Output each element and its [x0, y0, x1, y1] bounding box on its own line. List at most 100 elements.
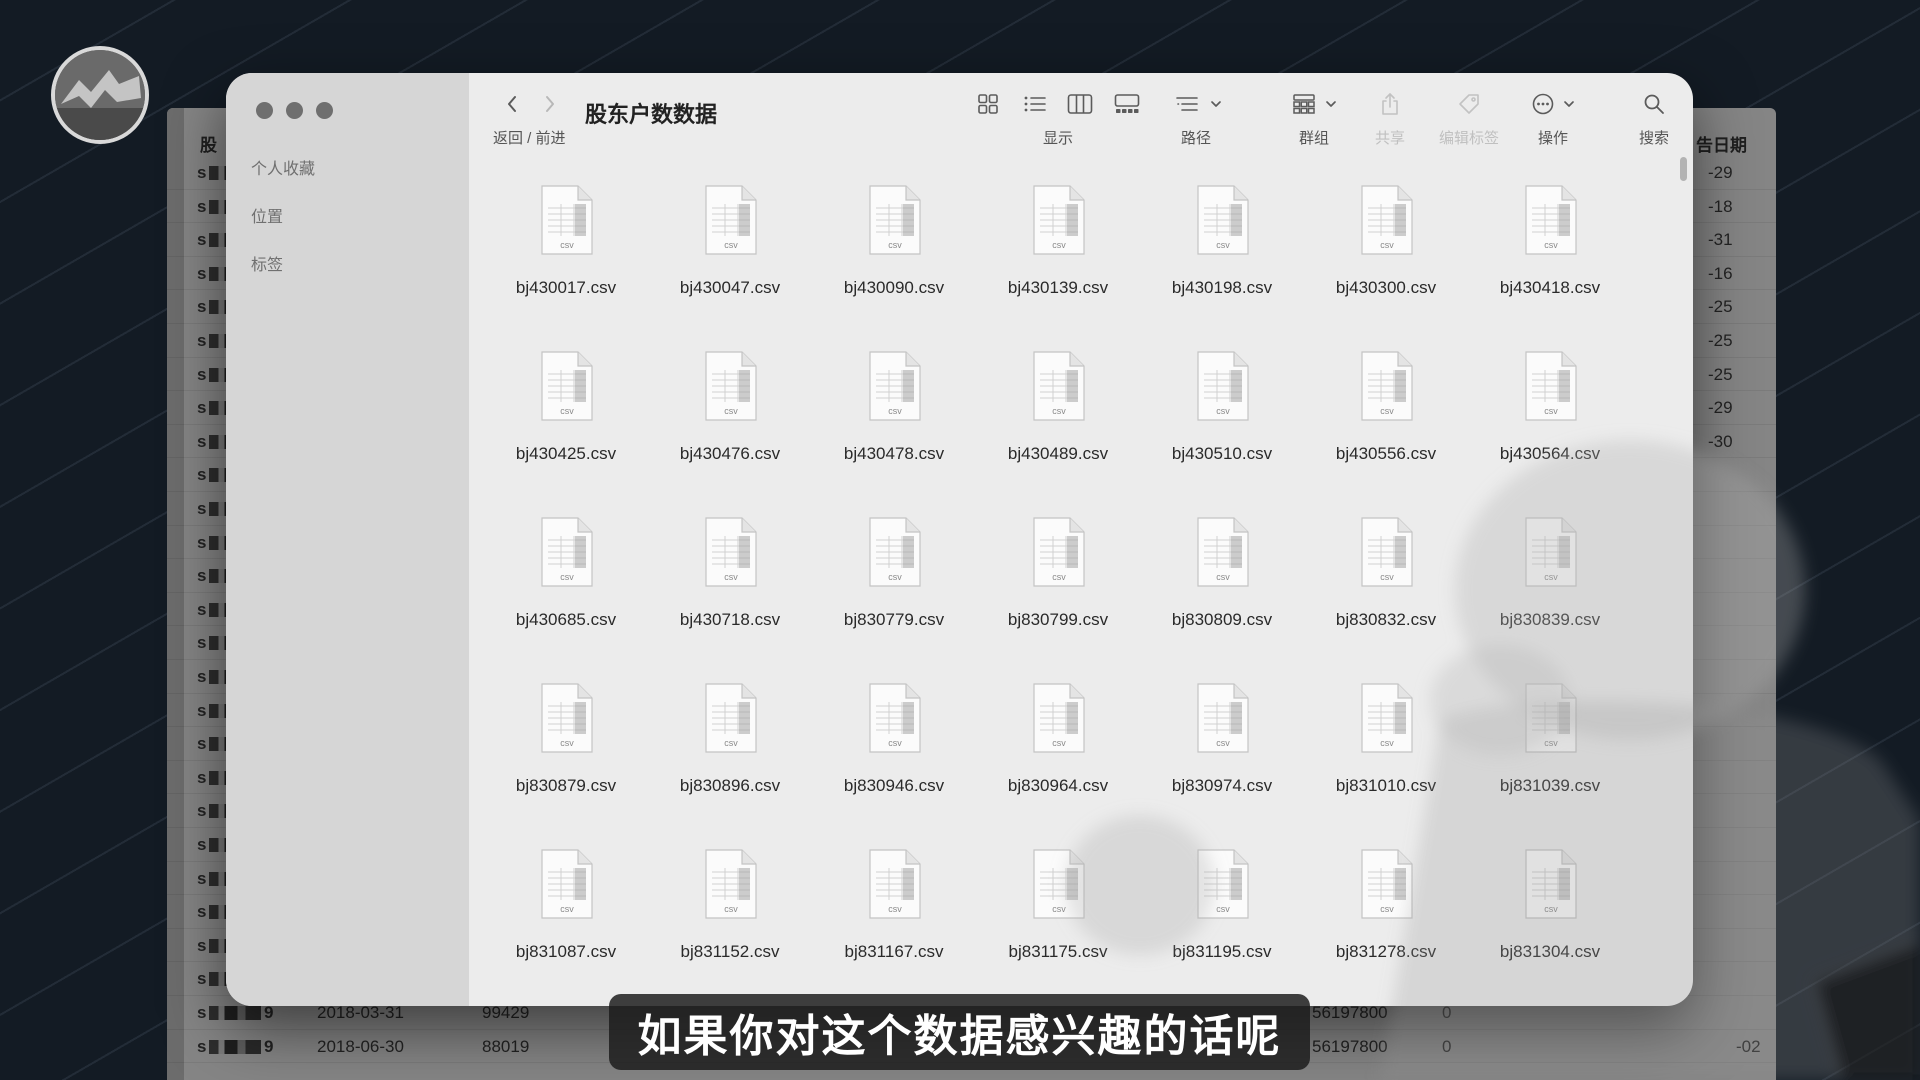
csv-file-icon: csv: [1184, 182, 1260, 258]
file-item[interactable]: csv bj430718.csv: [648, 507, 812, 673]
file-type-label: csv: [888, 240, 902, 250]
list-view-button[interactable]: [1023, 94, 1047, 114]
file-name: bj430139.csv: [1007, 278, 1109, 297]
column-header-stock: 股: [200, 136, 217, 155]
file-item[interactable]: csv bj830809.csv: [1140, 507, 1304, 673]
group-dropdown[interactable]: [1325, 99, 1337, 109]
edit-tags-label: 编辑标签: [1438, 130, 1500, 147]
file-item[interactable]: csv bj430556.csv: [1304, 341, 1468, 507]
file-item[interactable]: csv bj430476.csv: [648, 341, 812, 507]
csv-file-icon: csv: [1184, 680, 1260, 756]
file-name: bj430556.csv: [1335, 444, 1437, 463]
file-type-label: csv: [1380, 738, 1394, 748]
file-type-label: csv: [1216, 904, 1230, 914]
file-item[interactable]: csv bj830839.csv: [1468, 507, 1632, 673]
csv-file-icon: csv: [692, 514, 768, 590]
file-item[interactable]: csv bj430300.csv: [1304, 175, 1468, 341]
search-button[interactable]: [1643, 93, 1665, 115]
file-item[interactable]: csv bj830896.csv: [648, 673, 812, 839]
gallery-view-button[interactable]: [1114, 93, 1140, 115]
file-item[interactable]: csv bj430489.csv: [976, 341, 1140, 507]
file-item[interactable]: csv bj430685.csv: [484, 507, 648, 673]
file-item[interactable]: csv bj430090.csv: [812, 175, 976, 341]
file-name: bj831039.csv: [1499, 776, 1601, 795]
holders-count-cell: 88019: [482, 1036, 530, 1056]
file-item[interactable]: csv bj830832.csv: [1304, 507, 1468, 673]
minimize-button[interactable]: [286, 102, 303, 119]
path-button[interactable]: [1175, 94, 1199, 114]
csv-file-icon: csv: [692, 182, 768, 258]
redacted-mosaic: [209, 1006, 261, 1020]
file-item[interactable]: csv bj430418.csv: [1468, 175, 1632, 341]
file-item[interactable]: csv bj830946.csv: [812, 673, 976, 839]
file-type-label: csv: [1052, 904, 1066, 914]
file-type-label: csv: [1216, 738, 1230, 748]
action-dropdown[interactable]: [1563, 99, 1575, 109]
file-name: bj831152.csv: [680, 942, 780, 961]
csv-file-icon: csv: [1020, 182, 1096, 258]
stock-code-prefix: s: [197, 767, 207, 787]
file-item[interactable]: csv bj830779.csv: [812, 507, 976, 673]
back-button[interactable]: [505, 93, 519, 115]
csv-file-icon: csv: [1348, 680, 1424, 756]
file-type-label: csv: [1052, 406, 1066, 416]
csv-file-icon: csv: [856, 514, 932, 590]
file-name: bj830946.csv: [843, 776, 945, 795]
file-item[interactable]: csv bj430478.csv: [812, 341, 976, 507]
csv-file-icon: csv: [856, 846, 932, 922]
file-item[interactable]: csv bj831039.csv: [1468, 673, 1632, 839]
file-item[interactable]: csv bj430139.csv: [976, 175, 1140, 341]
file-type-label: csv: [888, 904, 902, 914]
file-item[interactable]: csv bj831278.csv: [1304, 839, 1468, 1005]
file-item[interactable]: csv bj830799.csv: [976, 507, 1140, 673]
file-name: bj430489.csv: [1007, 444, 1109, 463]
file-item[interactable]: csv bj430510.csv: [1140, 341, 1304, 507]
column-view-button[interactable]: [1067, 93, 1093, 115]
file-item[interactable]: csv bj430564.csv: [1468, 341, 1632, 507]
scrollbar-thumb[interactable]: [1680, 157, 1687, 181]
file-name: bj830964.csv: [1007, 776, 1109, 795]
file-type-label: csv: [560, 240, 574, 250]
sidebar-section-tags[interactable]: 标签: [251, 251, 283, 275]
file-item[interactable]: csv bj831087.csv: [484, 839, 648, 1005]
file-item[interactable]: csv bj831010.csv: [1304, 673, 1468, 839]
group-button[interactable]: [1292, 93, 1316, 115]
shares-cell: 56197800: [1312, 1036, 1388, 1056]
share-button[interactable]: [1380, 92, 1400, 116]
sidebar-section-favorites[interactable]: 个人收藏: [251, 155, 315, 179]
file-item[interactable]: csv bj830974.csv: [1140, 673, 1304, 839]
edit-tags-button[interactable]: [1457, 92, 1481, 116]
action-button[interactable]: [1531, 92, 1555, 116]
close-button[interactable]: [256, 102, 273, 119]
forward-button[interactable]: [543, 93, 557, 115]
file-item[interactable]: csv bj831152.csv: [648, 839, 812, 1005]
file-name: bj430685.csv: [515, 610, 617, 629]
file-type-label: csv: [1380, 406, 1394, 416]
file-item[interactable]: csv bj430017.csv: [484, 175, 648, 341]
zoom-button[interactable]: [316, 102, 333, 119]
file-item[interactable]: csv bj830964.csv: [976, 673, 1140, 839]
file-item[interactable]: csv bj831195.csv: [1140, 839, 1304, 1005]
csv-file-icon: csv: [528, 514, 604, 590]
file-item[interactable]: csv bj430425.csv: [484, 341, 648, 507]
file-item[interactable]: csv bj831175.csv: [976, 839, 1140, 1005]
stock-code-prefix: s: [197, 532, 207, 552]
file-name: bj831195.csv: [1172, 942, 1272, 961]
grid-view-button[interactable]: [977, 93, 999, 115]
csv-file-icon: csv: [1348, 514, 1424, 590]
file-type-label: csv: [1544, 904, 1558, 914]
sidebar-section-locations[interactable]: 位置: [251, 203, 283, 227]
file-type-label: csv: [1216, 572, 1230, 582]
file-item[interactable]: csv bj830879.csv: [484, 673, 648, 839]
file-name: bj830779.csv: [843, 610, 945, 629]
group-icon: [1293, 94, 1315, 114]
file-item[interactable]: csv bj831304.csv: [1468, 839, 1632, 1005]
window-title: 股东户数数据: [585, 102, 718, 127]
file-item[interactable]: csv bj430047.csv: [648, 175, 812, 341]
file-item[interactable]: csv bj831167.csv: [812, 839, 976, 1005]
csv-file-icon: csv: [1512, 348, 1588, 424]
stock-code-prefix: s: [197, 599, 207, 619]
path-dropdown[interactable]: [1210, 99, 1222, 109]
file-item[interactable]: csv bj430198.csv: [1140, 175, 1304, 341]
change-cell: 0: [1442, 1036, 1452, 1056]
